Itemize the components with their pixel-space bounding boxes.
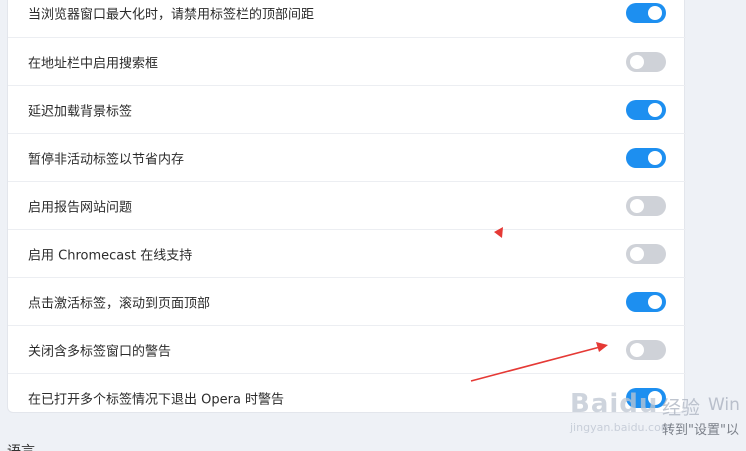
red-arrow-head-icon (596, 342, 608, 352)
red-arrow-shaft (470, 346, 601, 382)
settings-page: 当浏览器窗口最大化时，请禁用标签栏的顶部间距 在地址栏中启用搜索框 延迟加载背景… (0, 0, 746, 451)
red-pointer-icon (494, 227, 503, 238)
annotation-overlay (470, 227, 608, 382)
